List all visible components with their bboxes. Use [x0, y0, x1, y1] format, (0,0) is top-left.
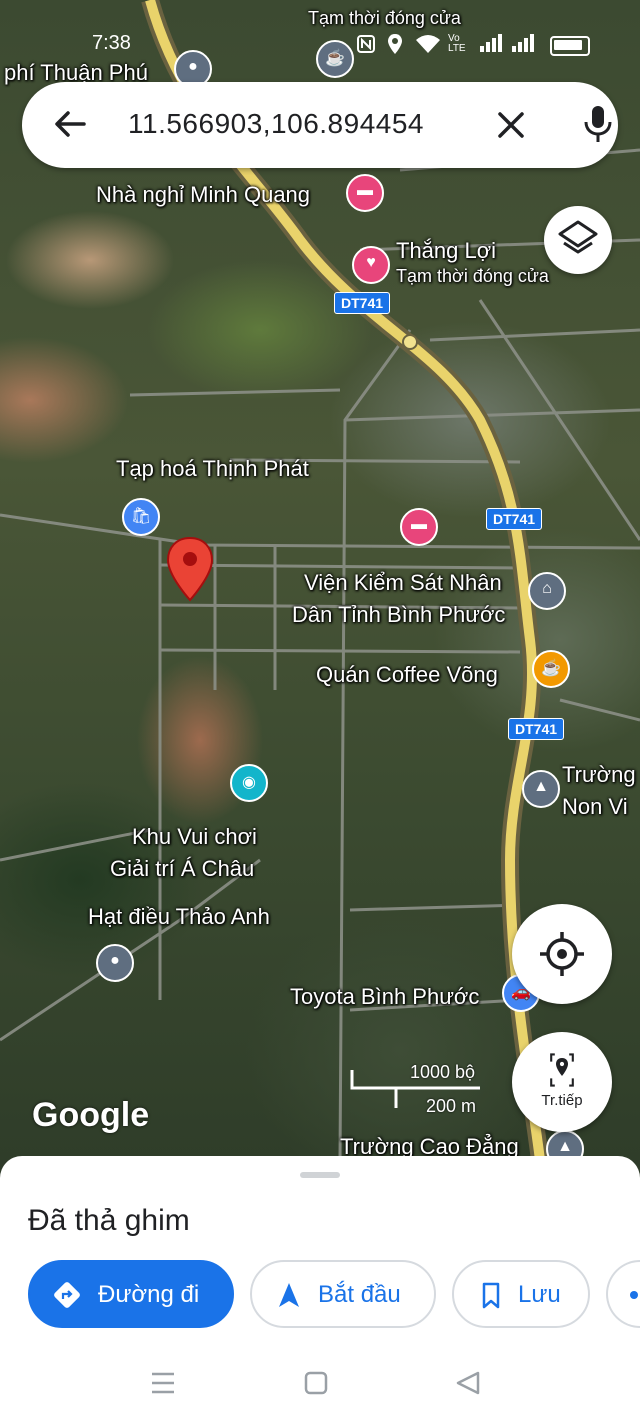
hotel-icon[interactable]: ▬	[346, 174, 384, 212]
home-icon[interactable]	[304, 1371, 328, 1395]
nfc-icon	[357, 35, 375, 53]
place-label[interactable]: Khu Vui chơi	[132, 824, 257, 850]
back-arrow-icon[interactable]	[50, 104, 90, 144]
navigate-label: Tr.tiếp	[541, 1092, 583, 1109]
my-location-button[interactable]	[512, 904, 612, 1004]
place-status: Tạm thời đóng cửa	[308, 8, 461, 28]
shopping-bag-icon[interactable]: 🛍	[122, 498, 160, 536]
cafe-icon[interactable]: ☕	[532, 650, 570, 688]
layers-icon	[558, 220, 598, 254]
signal-icon	[512, 34, 534, 52]
system-nav-bar	[0, 1350, 640, 1410]
place-pin-icon[interactable]: ●	[96, 944, 134, 982]
road-shield: DT741	[508, 718, 565, 740]
share-icon	[630, 1291, 638, 1299]
directions-label: Đường đi	[98, 1281, 200, 1308]
volte-icon: Vo LTE	[448, 33, 466, 54]
place-label[interactable]: Quán Coffee Võng	[316, 662, 498, 688]
government-icon[interactable]: ⌂	[528, 572, 566, 610]
hotel-icon[interactable]: ▬	[400, 508, 438, 546]
layers-button[interactable]	[544, 206, 612, 274]
place-label[interactable]: Thắng Lợi	[396, 238, 496, 264]
place-status: Tạm thời đóng cửa	[396, 266, 549, 286]
location-icon	[388, 34, 402, 54]
menu-icon[interactable]	[152, 1372, 174, 1394]
road-shield: DT741	[334, 292, 391, 314]
place-label[interactable]: Trường	[562, 762, 636, 788]
place-label[interactable]: Non Vi	[562, 794, 628, 820]
start-button[interactable]: Bắt đầu	[250, 1260, 436, 1328]
place-label[interactable]: Hạt điều Thảo Anh	[88, 904, 270, 930]
search-bar[interactable]: 11.566903,106.894454	[22, 82, 618, 168]
dropped-pin-icon[interactable]	[166, 536, 214, 602]
navigation-pin-icon	[550, 1053, 574, 1087]
place-label[interactable]: Toyota Bình Phước	[290, 984, 479, 1010]
status-time: 7:38	[92, 32, 131, 54]
scale-meters: 200 m	[426, 1096, 477, 1116]
drag-handle[interactable]	[300, 1172, 340, 1178]
save-button[interactable]: Lưu	[452, 1260, 590, 1328]
crosshair-icon	[540, 932, 584, 976]
camera-icon[interactable]: ◉	[230, 764, 268, 802]
signal-icon	[480, 34, 502, 52]
wifi-icon	[416, 35, 440, 53]
google-logo: Google	[32, 1096, 150, 1134]
back-icon[interactable]	[456, 1371, 480, 1395]
navigation-arrow-icon	[279, 1283, 299, 1307]
bookmark-icon	[482, 1282, 500, 1309]
directions-button[interactable]: Đường đi	[28, 1260, 234, 1328]
scale-feet: 1000 bộ	[410, 1062, 476, 1082]
share-button[interactable]	[606, 1260, 640, 1328]
microphone-icon[interactable]	[578, 102, 618, 146]
directions-icon	[54, 1282, 80, 1308]
place-label[interactable]: Nhà nghỉ Minh Quang	[96, 182, 310, 208]
close-icon[interactable]	[490, 104, 532, 146]
cafe-icon[interactable]: ☕	[316, 40, 354, 78]
search-input[interactable]: 11.566903,106.894454	[128, 108, 424, 140]
heart-icon[interactable]: ♥	[352, 246, 390, 284]
place-label[interactable]: Dân Tỉnh Bình Phước	[292, 602, 505, 628]
place-label[interactable]: Giải trí Á Châu	[110, 856, 254, 882]
place-label[interactable]: Viện Kiểm Sát Nhân	[304, 570, 502, 596]
battery-icon	[550, 36, 590, 56]
sheet-title: Đã thả ghim	[28, 1204, 190, 1237]
save-label: Lưu	[518, 1281, 561, 1308]
navigate-button[interactable]: Tr.tiếp	[512, 1032, 612, 1132]
place-label[interactable]: Tạp hoá Thịnh Phát	[116, 456, 309, 482]
system-nav-icons	[152, 1371, 480, 1395]
school-icon[interactable]: ▲	[522, 770, 560, 808]
road-shield: DT741	[486, 508, 543, 530]
start-label: Bắt đầu	[318, 1281, 401, 1308]
